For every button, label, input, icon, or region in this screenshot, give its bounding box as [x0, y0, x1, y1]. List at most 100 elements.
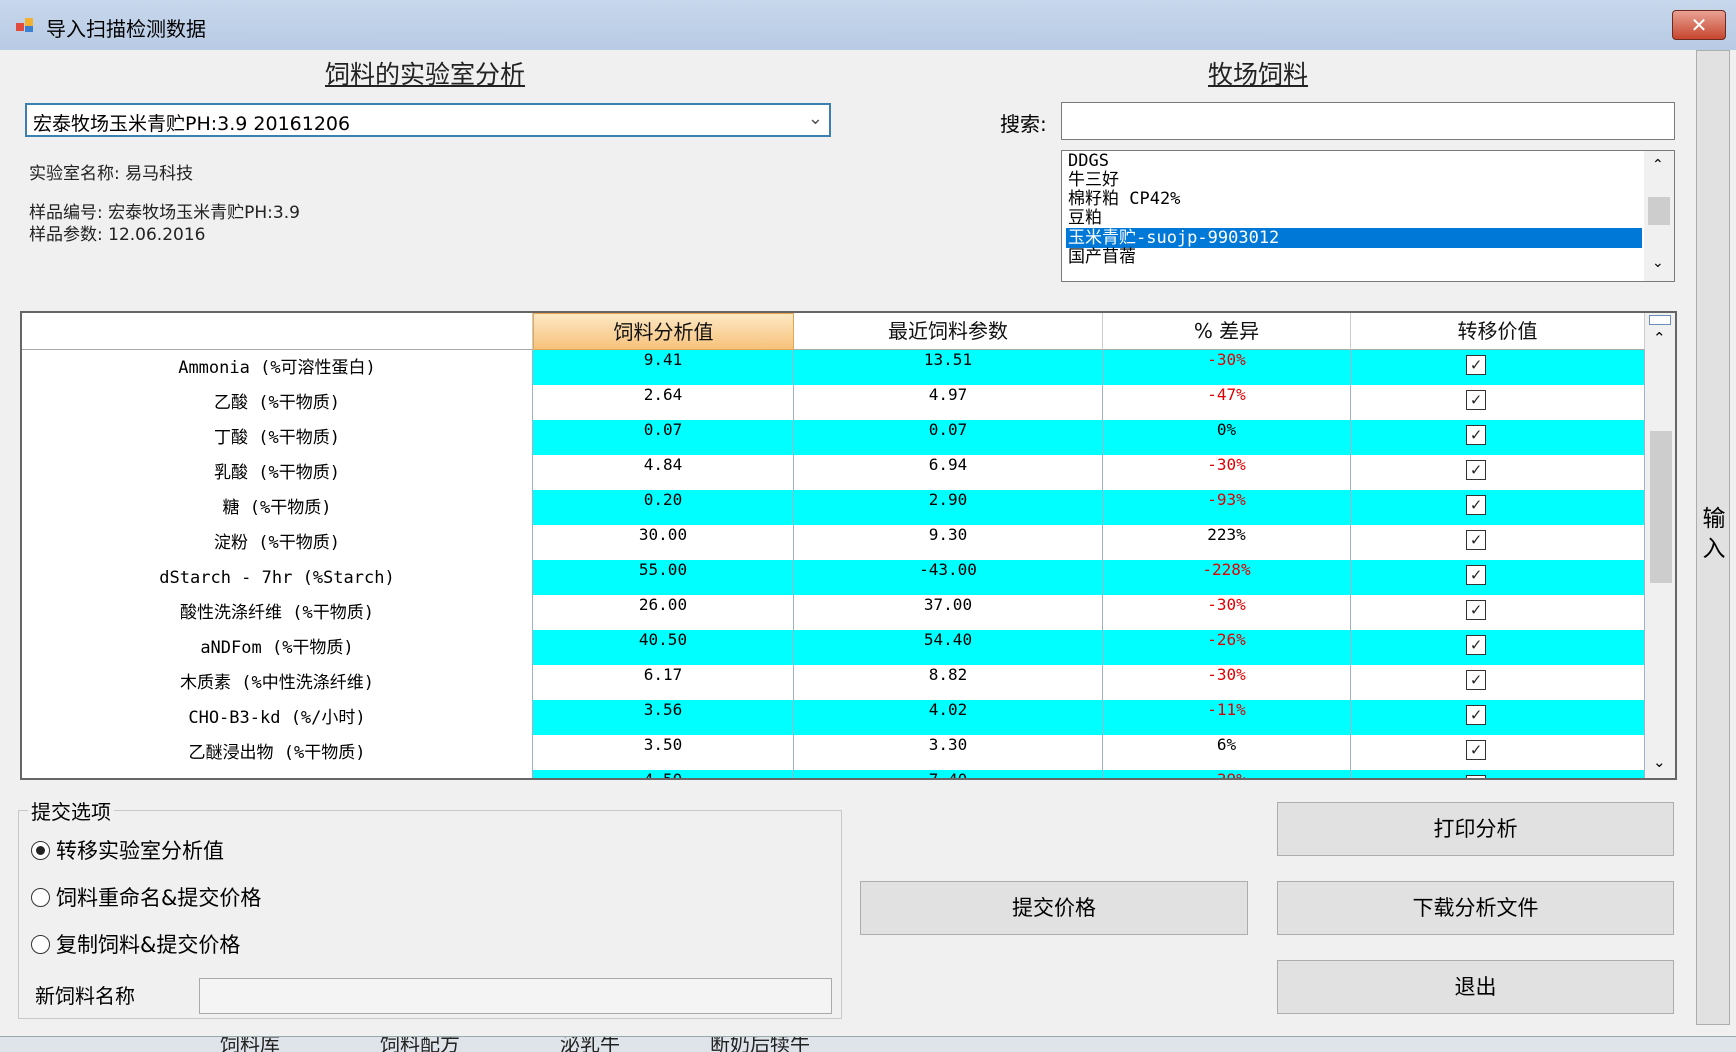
cell-recent[interactable]: 3.30	[794, 735, 1103, 770]
tab-lactating-cow[interactable]: 泌乳牛	[560, 1037, 620, 1052]
scroll-thumb[interactable]	[1648, 197, 1670, 225]
cell-recent[interactable]: 2.90	[794, 490, 1103, 525]
cell-recent[interactable]: 6.94	[794, 455, 1103, 490]
print-analysis-button[interactable]: 打印分析	[1277, 802, 1674, 856]
radio-copy-submit[interactable]: 复制饲料&提交价格	[31, 929, 240, 959]
table-row[interactable]: dStarch - 7hr (%Starch) 55.00 -43.00 -228% ✓	[22, 560, 1645, 595]
cell-analysis[interactable]: 4.50	[533, 770, 794, 778]
radio-transfer-lab[interactable]: 转移实验室分析值	[31, 835, 224, 865]
feed-list-item[interactable]: 国产苜蓿	[1068, 247, 1136, 267]
scroll-down-icon[interactable]: ⌄	[1652, 255, 1664, 271]
cell-analysis[interactable]: 3.50	[533, 735, 794, 770]
table-row[interactable]: CHO-B3-kd (%/小时) 3.56 4.02 -11% ✓	[22, 700, 1645, 735]
scroll-up-icon[interactable]: ⌃	[1653, 329, 1666, 347]
header-diff[interactable]: % 差异	[1103, 313, 1351, 350]
checkbox-transfer[interactable]: ✓	[1466, 635, 1486, 655]
checkbox-transfer[interactable]: ✓	[1466, 565, 1486, 585]
cell-recent[interactable]: 54.40	[794, 630, 1103, 665]
cell-recent[interactable]: 4.97	[794, 385, 1103, 420]
cell-recent[interactable]: 8.82	[794, 665, 1103, 700]
cell-diff[interactable]: -30%	[1103, 595, 1351, 630]
cell-recent[interactable]: 7.40	[794, 770, 1103, 778]
table-row[interactable]: aNDFom (%干物质) 40.50 54.40 -26% ✓	[22, 630, 1645, 665]
cell-diff[interactable]: 0%	[1103, 420, 1351, 455]
cell-analysis[interactable]: 2.64	[533, 385, 794, 420]
chevron-down-icon[interactable]: ⌄	[808, 108, 823, 129]
header-transfer[interactable]: 转移价值	[1351, 313, 1645, 350]
scroll-thumb[interactable]	[1650, 431, 1672, 583]
header-analysis[interactable]: 饲料分析值	[533, 313, 794, 350]
table-row[interactable]: 糖 (%干物质) 0.20 2.90 -93% ✓	[22, 490, 1645, 525]
table-row[interactable]: 乙醚浸出物 (%干物质) 3.50 3.30 6% ✓	[22, 735, 1645, 770]
checkbox-transfer[interactable]: ✓	[1466, 495, 1486, 515]
new-feed-name-input[interactable]	[199, 978, 832, 1014]
feed-list-item[interactable]: DDGS	[1068, 151, 1109, 171]
table-row[interactable]: 淀粉 (%干物质) 30.00 9.30 223% ✓	[22, 525, 1645, 560]
cell-analysis[interactable]: 4.84	[533, 455, 794, 490]
checkbox-transfer[interactable]: ✓	[1466, 390, 1486, 410]
cell-diff[interactable]: 6%	[1103, 735, 1351, 770]
table-row[interactable]: 4.507.40-39% ✓	[22, 770, 1645, 778]
cell-diff[interactable]: -39%	[1103, 770, 1351, 778]
cell-recent[interactable]: 9.30	[794, 525, 1103, 560]
download-analysis-button[interactable]: 下载分析文件	[1277, 881, 1674, 935]
header-name[interactable]	[22, 313, 533, 350]
close-button[interactable]: ✕	[1672, 10, 1726, 40]
cell-diff[interactable]: -47%	[1103, 385, 1351, 420]
cell-diff[interactable]: 223%	[1103, 525, 1351, 560]
cell-analysis[interactable]: 0.20	[533, 490, 794, 525]
sample-combobox[interactable]: 宏泰牧场玉米青贮PH:3.9 20161206 ⌄	[25, 103, 831, 137]
feed-list-item[interactable]: 豆粕	[1068, 208, 1102, 228]
table-row[interactable]: 酸性洗涤纤维 (%干物质) 26.00 37.00 -30% ✓	[22, 595, 1645, 630]
radio-indicator[interactable]	[31, 935, 50, 954]
checkbox-transfer[interactable]: ✓	[1466, 600, 1486, 620]
cell-recent[interactable]: 37.00	[794, 595, 1103, 630]
cell-analysis[interactable]: 0.07	[533, 420, 794, 455]
cell-analysis[interactable]: 9.41	[533, 350, 794, 385]
checkbox-transfer[interactable]: ✓	[1466, 705, 1486, 725]
tab-feed-library[interactable]: 饲料库	[220, 1037, 280, 1052]
listbox-scrollbar[interactable]: ⌃ ⌄	[1644, 151, 1674, 281]
radio-indicator[interactable]	[31, 888, 50, 907]
input-side-button[interactable]: 输入	[1696, 50, 1730, 1025]
cell-analysis[interactable]: 40.50	[533, 630, 794, 665]
feed-list-item[interactable]: 棉籽粕 CP42%	[1068, 189, 1180, 209]
cell-recent[interactable]: 4.02	[794, 700, 1103, 735]
checkbox-transfer[interactable]: ✓	[1466, 425, 1486, 445]
checkbox-transfer[interactable]: ✓	[1466, 740, 1486, 760]
checkbox-transfer[interactable]: ✓	[1466, 355, 1486, 375]
feed-list-item[interactable]: 玉米青贮-suojp-9903012	[1066, 228, 1642, 248]
header-recent[interactable]: 最近饲料参数	[794, 313, 1103, 350]
checkbox-transfer[interactable]: ✓	[1466, 530, 1486, 550]
cell-recent[interactable]: 13.51	[794, 350, 1103, 385]
cell-diff[interactable]: -11%	[1103, 700, 1351, 735]
cell-analysis[interactable]: 30.00	[533, 525, 794, 560]
grid-scrollbar[interactable]: ⌃ ⌄	[1645, 313, 1675, 778]
table-row[interactable]: 乙酸 (%干物质) 2.64 4.97 -47% ✓	[22, 385, 1645, 420]
scroll-up-icon[interactable]: ⌃	[1652, 157, 1664, 173]
search-input[interactable]	[1061, 102, 1675, 140]
scroll-down-icon[interactable]: ⌄	[1653, 753, 1666, 771]
cell-analysis[interactable]: 6.17	[533, 665, 794, 700]
cell-analysis[interactable]: 3.56	[533, 700, 794, 735]
cell-diff[interactable]: -30%	[1103, 350, 1351, 385]
cell-diff[interactable]: -30%	[1103, 455, 1351, 490]
feed-listbox[interactable]: ⌃ ⌄ DDGS 牛三好 棉籽粕 CP42% 豆粕 玉米青贮-suojp-9903012…	[1061, 150, 1675, 282]
cell-diff[interactable]: -30%	[1103, 665, 1351, 700]
cell-diff[interactable]: -93%	[1103, 490, 1351, 525]
submit-price-button[interactable]: 提交价格	[860, 881, 1248, 935]
cell-analysis[interactable]: 26.00	[533, 595, 794, 630]
table-row[interactable]: 木质素 (%中性洗涤纤维) 6.17 8.82 -30% ✓	[22, 665, 1645, 700]
cell-recent[interactable]: -43.00	[794, 560, 1103, 595]
cell-recent[interactable]: 0.07	[794, 420, 1103, 455]
table-row[interactable]: 乳酸 (%干物质) 4.84 6.94 -30% ✓	[22, 455, 1645, 490]
tab-weaned-calf[interactable]: 断奶后犊牛	[710, 1037, 810, 1052]
table-row[interactable]: 丁酸 (%干物质) 0.07 0.07 0% ✓	[22, 420, 1645, 455]
cell-diff[interactable]: -26%	[1103, 630, 1351, 665]
radio-indicator[interactable]	[31, 841, 50, 860]
feed-list-item[interactable]: 牛三好	[1068, 170, 1119, 190]
checkbox-transfer[interactable]: ✓	[1466, 775, 1486, 778]
cell-diff[interactable]: -228%	[1103, 560, 1351, 595]
radio-rename-submit[interactable]: 饲料重命名&提交价格	[31, 882, 261, 912]
checkbox-transfer[interactable]: ✓	[1466, 670, 1486, 690]
